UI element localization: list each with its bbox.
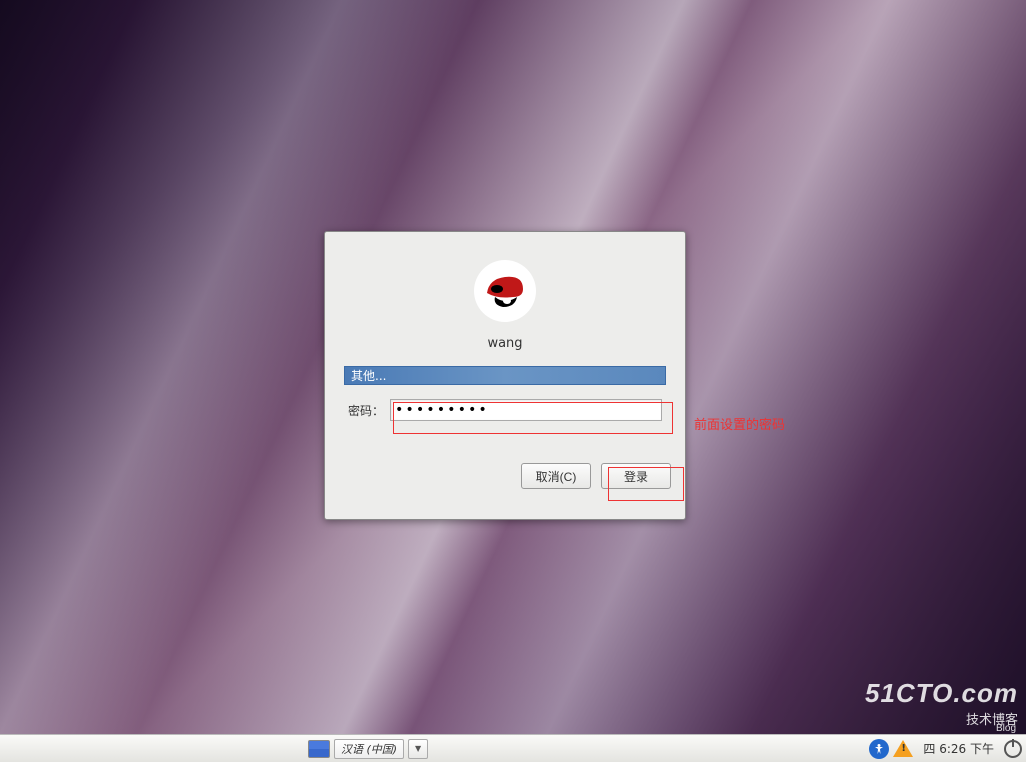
- login-button[interactable]: 登录: [601, 463, 671, 489]
- clock: 四 6:26 下午: [917, 740, 1000, 757]
- power-icon: [1004, 740, 1022, 758]
- watermark-line3: Blog: [996, 723, 1016, 734]
- redhat-icon: [477, 263, 533, 319]
- user-avatar: [474, 260, 536, 322]
- password-row: 密码：: [348, 399, 662, 421]
- cancel-button[interactable]: 取消(C): [521, 463, 591, 489]
- language-selector[interactable]: 汉语 (中国): [334, 739, 404, 759]
- power-button[interactable]: [1004, 740, 1022, 758]
- password-input[interactable]: [390, 399, 662, 421]
- accessibility-icon: [869, 739, 889, 759]
- dialog-button-row: 取消(C) 登录: [325, 463, 685, 489]
- login-dialog: wang 其他... 密码： 取消(C) 登录: [324, 231, 686, 520]
- warning-button[interactable]: [893, 740, 913, 757]
- username-label: wang: [487, 336, 522, 351]
- watermark: 51CTO.com 技术博客 Blog: [865, 678, 1018, 728]
- taskbar: 汉语 (中国) ▼ 四 6:26 下午: [0, 734, 1026, 762]
- password-label: 密码：: [348, 402, 384, 419]
- warning-icon: [893, 740, 913, 757]
- language-dropdown-button[interactable]: ▼: [408, 739, 428, 759]
- language-flag-icon[interactable]: [308, 740, 330, 758]
- watermark-line1: 51CTO.com: [865, 678, 1018, 709]
- other-user-row[interactable]: 其他...: [344, 366, 666, 385]
- annotation-text-password: 前面设置的密码: [694, 414, 785, 433]
- accessibility-button[interactable]: [869, 739, 889, 759]
